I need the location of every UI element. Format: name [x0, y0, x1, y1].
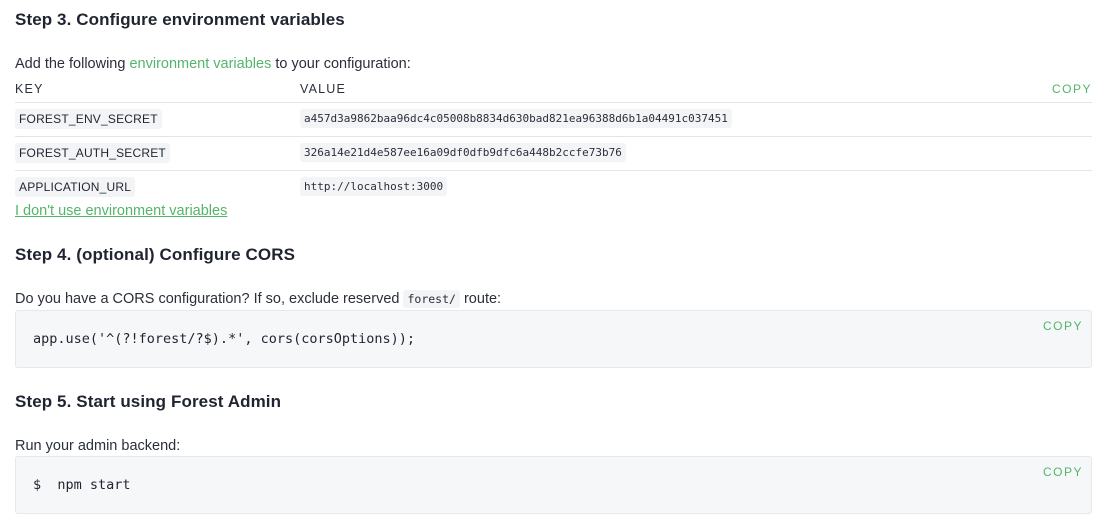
table-row: APPLICATION_URL http://localhost:3000	[15, 171, 1092, 204]
step3-intro: Add the following environment variables …	[15, 56, 411, 72]
env-value: 326a14e21d4e587ee16a09df0dfb9dfc6a448b2c…	[300, 143, 626, 162]
env-value: a457d3a9862baa96dc4c05008b8834d630bad821…	[300, 109, 732, 128]
step3-intro-suffix: to your configuration:	[271, 56, 411, 72]
step4-intro-suffix: route:	[459, 291, 502, 307]
step5-intro: Run your admin backend:	[15, 438, 181, 454]
header-key: KEY	[15, 82, 44, 96]
cors-code-block: app.use('^(?!forest/?$).*', cors(corsOpt…	[15, 310, 1092, 368]
start-code-block: $ npm start COPY	[15, 456, 1092, 514]
header-value: VALUE	[300, 82, 347, 96]
table-row: FOREST_ENV_SECRET a457d3a9862baa96dc4c05…	[15, 103, 1092, 137]
env-key: APPLICATION_URL	[15, 177, 136, 197]
env-key: FOREST_AUTH_SECRET	[15, 143, 170, 163]
env-table-header: KEY VALUE COPY	[15, 82, 1092, 103]
step4-intro-prefix: Do you have a CORS configuration? If so,…	[15, 291, 404, 307]
env-key: FOREST_ENV_SECRET	[15, 109, 162, 129]
step4-title: Step 4. (optional) Configure CORS	[15, 245, 296, 264]
env-value: http://localhost:3000	[300, 177, 448, 196]
table-row: FOREST_AUTH_SECRET 326a14e21d4e587ee16a0…	[15, 137, 1092, 171]
copy-cors-button[interactable]: COPY	[1043, 319, 1083, 333]
step3-intro-prefix: Add the following	[15, 56, 130, 72]
copy-start-button[interactable]: COPY	[1043, 465, 1083, 479]
copy-env-button[interactable]: COPY	[1052, 82, 1092, 96]
step5-title: Step 5. Start using Forest Admin	[15, 392, 282, 411]
step4-intro: Do you have a CORS configuration? If so,…	[15, 290, 502, 308]
environment-variables-link[interactable]: environment variables	[129, 56, 271, 72]
env-variables-table: KEY VALUE COPY FOREST_ENV_SECRET a457d3a…	[15, 82, 1092, 204]
cors-code: app.use('^(?!forest/?$).*', cors(corsOpt…	[33, 331, 416, 347]
no-env-variables-link[interactable]: I don't use environment variables	[15, 203, 227, 219]
start-command-code: $ npm start	[33, 477, 131, 493]
forest-route-code: forest/	[403, 290, 460, 308]
step3-title: Step 3. Configure environment variables	[15, 10, 345, 29]
